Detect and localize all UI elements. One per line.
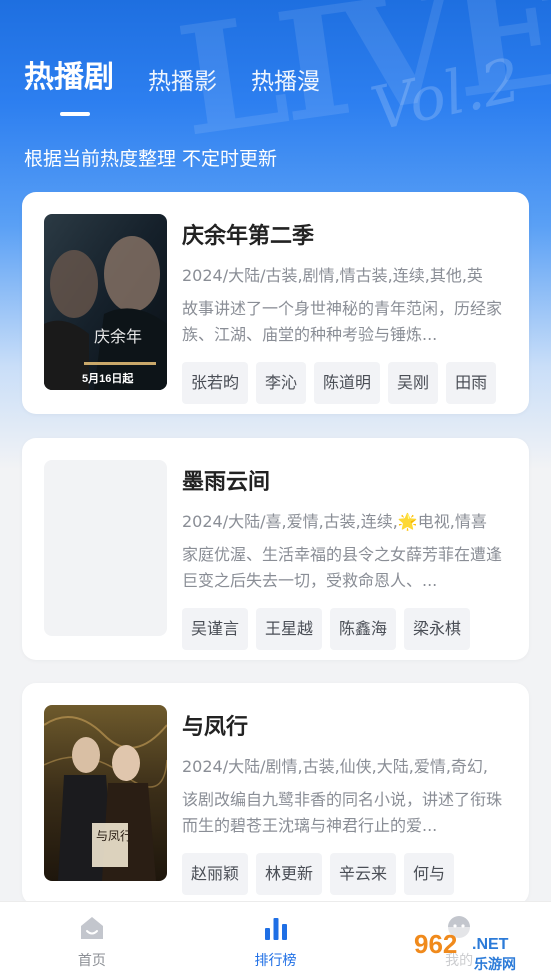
cast-tag[interactable]: 李沁 [256, 362, 307, 404]
drama-title: 墨雨云间 [182, 470, 271, 495]
category-tabs: 热播剧 热播影 热播漫 [24, 52, 354, 116]
cast-tags: 吴谨言 王星越 陈鑫海 梁永棋 [182, 608, 513, 650]
poster-placeholder [44, 460, 167, 636]
cast-tag[interactable]: 王星越 [256, 608, 323, 650]
page-subtitle: 根据当前热度整理 不定时更新 [24, 148, 278, 170]
drama-meta: 2024/大陆/剧情,古装,仙侠,大陆,爱情,奇幻, [182, 757, 489, 776]
svg-text:乐游网: 乐游网 [474, 956, 516, 973]
poster-title: 与凤行 [96, 829, 132, 843]
poster-title: 庆余年 [94, 327, 142, 346]
cast-tag[interactable]: 何与 [404, 853, 455, 895]
drama-card[interactable]: 墨雨云间 2024/大陆/喜,爱情,古装,连续,🌟电视,情喜 家庭优渥、生活幸福… [22, 438, 529, 660]
drama-title: 与凤行 [182, 715, 249, 740]
cast-tag[interactable]: 张若昀 [182, 362, 249, 404]
chart-icon [264, 918, 287, 940]
cast-tag[interactable]: 陈鑫海 [330, 608, 397, 650]
tab-hot-movies[interactable]: 热播影 [148, 62, 217, 96]
drama-card[interactable]: 庆余年 5月16日起 庆余年第二季 2024/大陆/古装,剧情,情古装,连续,其… [22, 192, 529, 414]
cast-tag[interactable]: 赵丽颖 [182, 853, 249, 895]
poster-date: 5月16日起 [82, 371, 134, 385]
poster-image: 庆余年 5月16日起 [44, 214, 167, 390]
drama-meta: 2024/大陆/喜,爱情,古装,连续,🌟电视,情喜 [182, 512, 487, 531]
nav-ranking[interactable]: 排行榜 [184, 902, 368, 979]
watermark-logo: 962 .NET 乐游网 [408, 927, 543, 973]
drama-title: 庆余年第二季 [182, 224, 315, 249]
cast-tag[interactable]: 梁永棋 [404, 608, 471, 650]
nav-label: 排行榜 [254, 953, 297, 969]
cast-tag[interactable]: 吴刚 [388, 362, 439, 404]
drama-description: 该剧改编自九鹭非香的同名小说，讲述了衔珠而生的碧苍王沈璃与神君行止的爱... [182, 790, 503, 835]
home-icon [80, 917, 103, 939]
cast-tag[interactable]: 田雨 [446, 362, 497, 404]
nav-label: 首页 [77, 953, 106, 969]
drama-meta: 2024/大陆/古装,剧情,情古装,连续,其他,英 [182, 266, 483, 285]
svg-text:.NET: .NET [472, 936, 509, 953]
cast-tag[interactable]: 辛云来 [330, 853, 397, 895]
drama-description: 故事讲述了一个身世神秘的青年范闲，历经家族、江湖、庙堂的种种考验与锤炼... [182, 299, 503, 344]
svg-text:962: 962 [414, 929, 457, 959]
tab-hot-dramas[interactable]: 热播剧 [24, 52, 114, 116]
drama-card[interactable]: 与凤行 与凤行 2024/大陆/剧情,古装,仙侠,大陆,爱情,奇幻, 该剧改编自… [22, 683, 529, 905]
cast-tag[interactable]: 吴谨言 [182, 608, 249, 650]
drama-description: 家庭优渥、生活幸福的县令之女薛芳菲在遭逢巨变之后失去一切，受救命恩人、... [182, 545, 503, 590]
cast-tags: 张若昀 李沁 陈道明 吴刚 田雨 [182, 362, 513, 404]
nav-home[interactable]: 首页 [0, 902, 184, 979]
cast-tag[interactable]: 陈道明 [314, 362, 381, 404]
poster-image: 与凤行 [44, 705, 167, 881]
tab-hot-anime[interactable]: 热播漫 [251, 62, 320, 96]
cast-tag[interactable]: 林更新 [256, 853, 323, 895]
cast-tags: 赵丽颖 林更新 辛云来 何与 [182, 853, 513, 895]
